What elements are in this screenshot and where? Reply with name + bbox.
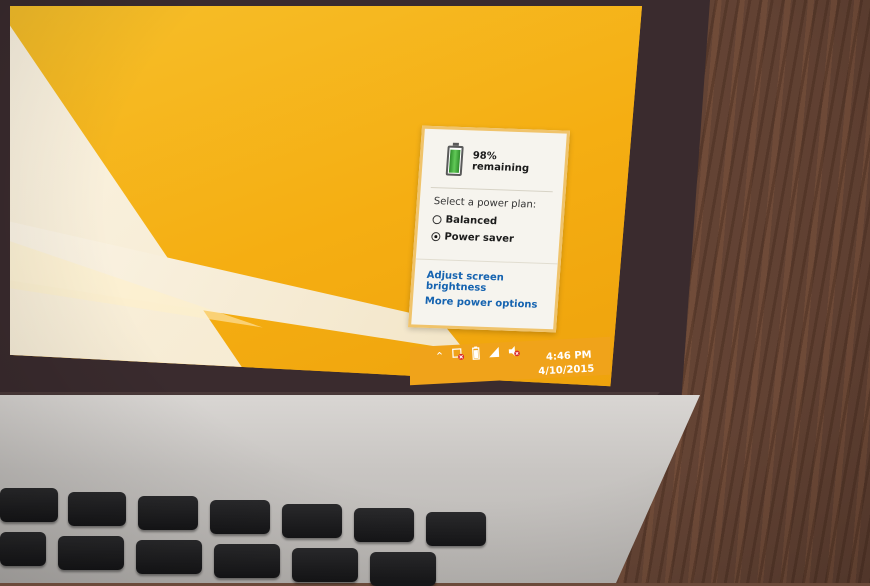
power-flyout: 98% remaining Select a power plan: Balan… xyxy=(407,125,571,333)
volume-muted-icon[interactable] xyxy=(508,344,521,360)
plan-radio-power-saver[interactable] xyxy=(431,232,441,242)
keyboard-key xyxy=(0,488,58,522)
keyboard xyxy=(0,470,620,586)
keyboard-key xyxy=(214,544,280,578)
keyboard-key xyxy=(210,500,270,534)
keyboard-key xyxy=(68,492,126,526)
plan-option-power-saver[interactable]: Power saver xyxy=(417,228,560,250)
keyboard-key xyxy=(354,508,414,542)
plan-label-balanced: Balanced xyxy=(445,214,498,228)
plan-radio-balanced[interactable] xyxy=(432,215,442,225)
keyboard-key xyxy=(136,540,202,574)
battery-level-fill xyxy=(448,149,461,173)
keyboard-key xyxy=(282,504,342,538)
chevron-up-icon[interactable]: ⌃ xyxy=(435,349,445,362)
battery-status: 98% remaining xyxy=(421,129,567,190)
keyboard-key xyxy=(138,496,198,530)
taskbar-clock[interactable]: 4:46 PM 4/10/2015 xyxy=(537,349,595,380)
keyboard-key xyxy=(58,536,124,570)
network-disconnected-icon[interactable] xyxy=(452,347,465,363)
flyout-links: Adjust screen brightness More power opti… xyxy=(412,258,558,314)
plan-label-power-saver: Power saver xyxy=(443,231,515,245)
battery-level-icon xyxy=(445,145,464,177)
keyboard-key xyxy=(0,532,46,566)
signal-icon[interactable] xyxy=(488,345,501,361)
battery-icon[interactable] xyxy=(472,345,481,362)
keyboard-key xyxy=(426,512,486,546)
keyboard-key xyxy=(370,552,436,586)
keyboard-key xyxy=(292,548,358,582)
clock-date: 4/10/2015 xyxy=(538,363,595,378)
battery-remaining-text: 98% remaining xyxy=(471,150,530,175)
system-tray: ⌃ xyxy=(434,341,521,367)
